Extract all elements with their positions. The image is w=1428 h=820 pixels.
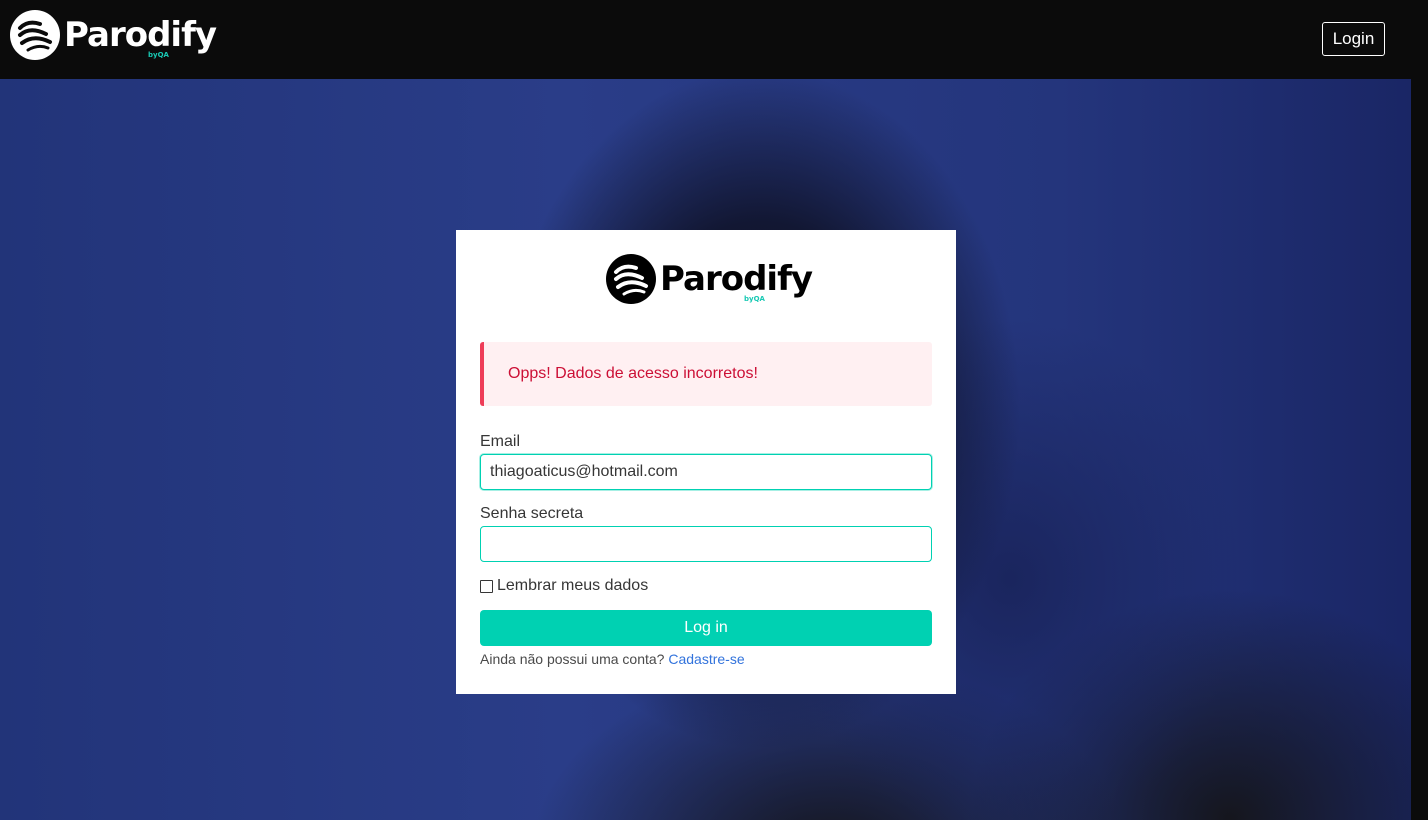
card-logo: Parodify byQA — [606, 254, 813, 304]
signup-link[interactable]: Cadastre-se — [668, 651, 744, 667]
log-in-button[interactable]: Log in — [480, 610, 932, 646]
remember-me-label: Lembrar meus dados — [497, 577, 649, 594]
brand-name: Parodify — [64, 15, 217, 55]
signup-prompt: Ainda não possui uma conta? Cadastre-se — [480, 651, 745, 667]
login-button[interactable]: Login — [1322, 22, 1385, 56]
brand-logo[interactable]: Parodify byQA — [10, 10, 217, 60]
brand-tagline: byQA — [148, 51, 169, 59]
logo-mark-icon — [606, 254, 656, 304]
card-brand-tagline: byQA — [744, 295, 765, 303]
remember-me-checkbox[interactable]: Lembrar meus dados — [480, 577, 648, 595]
login-card: Parodify byQA Opps! Dados de acesso inco… — [456, 230, 956, 694]
logo-mark-icon — [10, 10, 60, 60]
card-brand-name: Parodify — [660, 259, 813, 299]
scrollbar[interactable] — [1411, 79, 1428, 820]
password-label: Senha secreta — [480, 505, 584, 522]
error-alert: Opps! Dados de acesso incorretos! — [480, 342, 932, 406]
top-navbar: Parodify byQA Login — [0, 0, 1428, 79]
email-field[interactable] — [480, 454, 932, 490]
checkbox-icon[interactable] — [480, 579, 493, 593]
email-label: Email — [480, 433, 521, 450]
signup-prompt-text: Ainda não possui uma conta? — [480, 651, 665, 667]
password-field[interactable] — [480, 526, 932, 562]
